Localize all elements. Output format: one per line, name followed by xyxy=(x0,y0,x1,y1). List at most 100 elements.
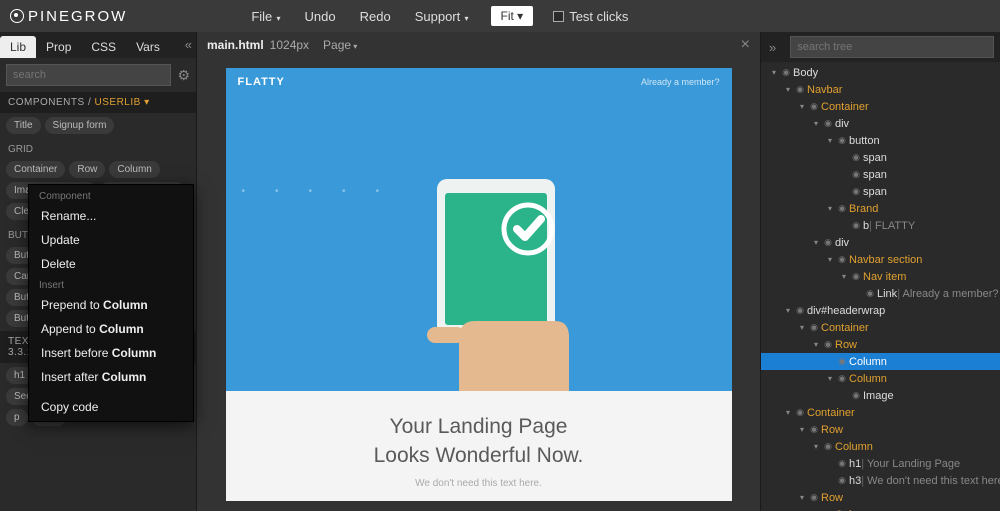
tree-row[interactable]: ▾◉Brand xyxy=(761,200,1000,217)
tree-row[interactable]: ▾◉Body xyxy=(761,64,1000,81)
eye-icon[interactable]: ◉ xyxy=(779,67,793,78)
twisty-icon[interactable]: ▾ xyxy=(797,323,807,332)
tree-row[interactable]: ◉bFLATTY xyxy=(761,217,1000,234)
twisty-icon[interactable]: ▾ xyxy=(839,272,849,281)
twisty-icon[interactable]: ▾ xyxy=(811,119,821,128)
eye-icon[interactable]: ◉ xyxy=(835,135,849,146)
eye-icon[interactable]: ◉ xyxy=(849,169,863,180)
eye-icon[interactable]: ◉ xyxy=(821,237,835,248)
tree-row[interactable]: ◉span xyxy=(761,166,1000,183)
tree-row[interactable]: ▾◉Navbar section xyxy=(761,251,1000,268)
tree-row[interactable]: ▾◉Row xyxy=(761,421,1000,438)
tree-row[interactable]: ▾◉Column xyxy=(761,506,1000,511)
tree-row[interactable]: ◉h3We don't need this text here. xyxy=(761,472,1000,489)
menu-support[interactable]: Support ▾ xyxy=(405,5,479,28)
ctx-delete[interactable]: Delete xyxy=(29,252,193,276)
tree-row[interactable]: ▾◉Column xyxy=(761,438,1000,455)
component-chip[interactable]: p xyxy=(6,409,28,426)
component-chip[interactable]: Column xyxy=(109,161,159,178)
ctx-prepend[interactable]: Prepend to Column xyxy=(29,293,193,317)
eye-icon[interactable]: ◉ xyxy=(835,356,849,367)
tree-row[interactable]: ▾◉Row xyxy=(761,489,1000,506)
test-clicks-toggle[interactable]: Test clicks xyxy=(553,9,628,24)
twisty-icon[interactable]: ▾ xyxy=(797,425,807,434)
menu-file[interactable]: File ▾ xyxy=(241,5,290,28)
tree-row[interactable]: ▾◉Nav item xyxy=(761,268,1000,285)
section-components[interactable]: COMPONENTS / USERLIB ▾ xyxy=(0,92,196,113)
eye-icon[interactable]: ◉ xyxy=(807,101,821,112)
component-chip[interactable]: Container xyxy=(6,161,65,178)
ctx-insert-before[interactable]: Insert before Column xyxy=(29,341,193,365)
eye-icon[interactable]: ◉ xyxy=(821,118,835,129)
ctx-rename[interactable]: Rename... xyxy=(29,204,193,228)
tree-row[interactable]: ▾◉Row xyxy=(761,336,1000,353)
page-menu[interactable]: Page ▾ xyxy=(323,38,357,52)
eye-icon[interactable]: ◉ xyxy=(793,84,807,95)
eye-icon[interactable]: ◉ xyxy=(793,407,807,418)
component-search-input[interactable] xyxy=(6,64,171,86)
eye-icon[interactable]: ◉ xyxy=(849,186,863,197)
collapse-left-icon[interactable]: « xyxy=(185,37,192,52)
component-chip[interactable]: Row xyxy=(69,161,105,178)
menu-undo[interactable]: Undo xyxy=(295,5,346,28)
eye-icon[interactable]: ◉ xyxy=(835,203,849,214)
document-filename[interactable]: main.html xyxy=(207,38,264,52)
eye-icon[interactable]: ◉ xyxy=(807,322,821,333)
tree-row[interactable]: ◉h1Your Landing Page xyxy=(761,455,1000,472)
tab-vars[interactable]: Vars xyxy=(126,36,170,58)
eye-icon[interactable]: ◉ xyxy=(849,271,863,282)
tree-row[interactable]: ◉Image xyxy=(761,387,1000,404)
close-document-icon[interactable]: × xyxy=(741,36,750,54)
twisty-icon[interactable]: ▾ xyxy=(825,255,835,264)
tab-prop[interactable]: Prop xyxy=(36,36,81,58)
twisty-icon[interactable]: ▾ xyxy=(811,340,821,349)
ctx-copy-code[interactable]: Copy code xyxy=(29,395,193,419)
ctx-append[interactable]: Append to Column xyxy=(29,317,193,341)
eye-icon[interactable]: ◉ xyxy=(807,492,821,503)
eye-icon[interactable]: ◉ xyxy=(821,441,835,452)
tab-css[interactable]: CSS xyxy=(81,36,126,58)
eye-icon[interactable]: ◉ xyxy=(835,475,849,486)
twisty-icon[interactable]: ▾ xyxy=(811,442,821,451)
tree-row[interactable]: ◉LinkAlready a member? xyxy=(761,285,1000,302)
eye-icon[interactable]: ◉ xyxy=(863,288,877,299)
twisty-icon[interactable]: ▾ xyxy=(811,238,821,247)
twisty-icon[interactable]: ▾ xyxy=(769,68,779,77)
component-chip[interactable]: Signup form xyxy=(45,117,115,134)
tree-row[interactable]: ▾◉div xyxy=(761,115,1000,132)
eye-icon[interactable]: ◉ xyxy=(807,424,821,435)
tree-row[interactable]: ◉Column xyxy=(761,353,1000,370)
eye-icon[interactable]: ◉ xyxy=(849,152,863,163)
tree-row[interactable]: ▾◉Navbar xyxy=(761,81,1000,98)
eye-icon[interactable]: ◉ xyxy=(849,390,863,401)
page-canvas[interactable]: FLATTY Already a member? ••••• You xyxy=(226,68,732,501)
tab-lib[interactable]: Lib xyxy=(0,36,36,58)
tree-search-input[interactable] xyxy=(790,36,994,58)
tree-row[interactable]: ◉span xyxy=(761,183,1000,200)
tree-row[interactable]: ▾◉Column xyxy=(761,370,1000,387)
component-chip[interactable]: Title xyxy=(6,117,41,134)
eye-icon[interactable]: ◉ xyxy=(793,305,807,316)
ctx-update[interactable]: Update xyxy=(29,228,193,252)
tree-row[interactable]: ▾◉div xyxy=(761,234,1000,251)
eye-icon[interactable]: ◉ xyxy=(835,373,849,384)
eye-icon[interactable]: ◉ xyxy=(849,220,863,231)
twisty-icon[interactable]: ▾ xyxy=(825,136,835,145)
ctx-insert-after[interactable]: Insert after Column xyxy=(29,365,193,389)
menu-redo[interactable]: Redo xyxy=(350,5,401,28)
tree-row[interactable]: ▾◉Container xyxy=(761,98,1000,115)
eye-icon[interactable]: ◉ xyxy=(835,254,849,265)
twisty-icon[interactable]: ▾ xyxy=(797,493,807,502)
twisty-icon[interactable]: ▾ xyxy=(797,102,807,111)
tree-row[interactable]: ◉span xyxy=(761,149,1000,166)
eye-icon[interactable]: ◉ xyxy=(821,339,835,350)
twisty-icon[interactable]: ▾ xyxy=(825,374,835,383)
tree-row[interactable]: ▾◉Container xyxy=(761,404,1000,421)
gear-icon[interactable]: ⚙ xyxy=(177,67,190,84)
twisty-icon[interactable]: ▾ xyxy=(783,85,793,94)
fit-button[interactable]: Fit ▾ xyxy=(491,6,534,26)
tree-row[interactable]: ▾◉div#headerwrap xyxy=(761,302,1000,319)
twisty-icon[interactable]: ▾ xyxy=(783,306,793,315)
twisty-icon[interactable]: ▾ xyxy=(825,204,835,213)
tree-row[interactable]: ▾◉button xyxy=(761,132,1000,149)
